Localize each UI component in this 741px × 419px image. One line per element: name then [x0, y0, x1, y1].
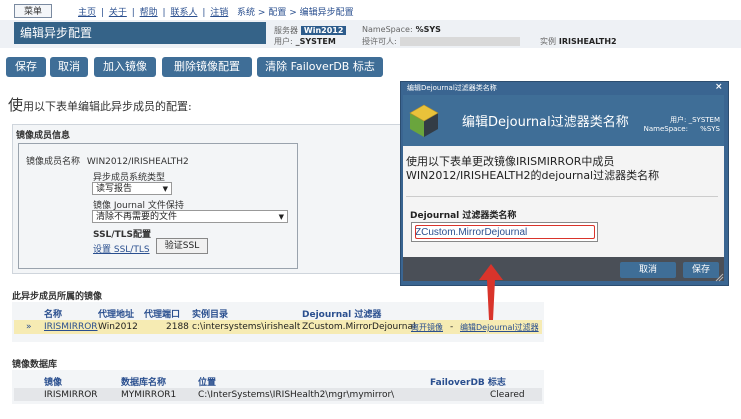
dialog-user-value: _SYSTEM — [688, 116, 720, 124]
column-header: 位置 — [198, 378, 217, 388]
journal-retention-value: 清除不再需要的文件 — [96, 212, 178, 222]
top-nav-links: 主页 | 关于 | 帮助 | 联系人 | 注销 — [78, 5, 230, 18]
db-location: C:\InterSystems\IRISHealth2\mgr\mymirror… — [198, 390, 395, 400]
dialog-heading: 编辑Dejournal过滤器类名称 — [462, 115, 629, 130]
breadcrumb-separator: > — [289, 8, 297, 18]
breadcrumb-current: 编辑异步配置 — [299, 8, 354, 18]
menu-button[interactable]: 菜单 — [14, 4, 52, 18]
intro-first-char: 使 — [8, 96, 24, 114]
nav-separator: | — [100, 8, 104, 18]
page-title: 编辑异步配置 — [14, 22, 266, 44]
dialog-user-info: 用户: _SYSTEM NameSpace: %SYS — [628, 116, 720, 134]
link-separator: - — [450, 322, 454, 332]
help-link[interactable]: 帮助 — [140, 8, 158, 18]
column-header: 代理端口 — [144, 310, 181, 320]
license-label: 授许可人: — [362, 37, 397, 46]
server-label: 服务器 — [274, 26, 298, 35]
breadcrumb: 系统 > 配置 > 编辑异步配置 — [237, 5, 354, 18]
namespace-info: NameSpace: %SYS — [362, 25, 441, 35]
ssl-config-label: SSL/TLS配置 — [93, 230, 151, 240]
user-info: 用户: _SYSTEM — [274, 36, 336, 47]
column-header: FailoverDB 标志 — [430, 378, 506, 388]
breadcrumb-separator: > — [257, 8, 266, 18]
system-type-select[interactable]: 读写报告 ▼ — [92, 182, 172, 195]
instance-label: 实例 — [540, 37, 556, 46]
dialog-user-label: 用户: — [670, 116, 687, 124]
system-type-value: 读写报告 — [96, 184, 133, 194]
dialog-namespace-label: NameSpace: — [643, 125, 688, 133]
dialog-titlebar-text: 编辑Dejournal过滤器类名称 — [407, 84, 497, 92]
journal-retention-select[interactable]: 清除不再需要的文件 ▼ — [92, 210, 288, 223]
intro-text: 使用以下表单编辑此异步成员的配置: — [8, 94, 192, 115]
license-redacted — [399, 37, 520, 46]
annotation-highlight-box — [415, 225, 595, 239]
iris-cube-logo-icon — [409, 104, 439, 137]
column-header: 名称 — [44, 310, 63, 320]
nav-separator: | — [202, 8, 206, 18]
member-info-title: 镜像成员信息 — [16, 131, 71, 141]
member-name-row: 镜像成员名称 WIN2012/IRISHEALTH2 — [26, 154, 189, 167]
member-name-value: WIN2012/IRISHEALTH2 — [86, 157, 189, 167]
agent-address: Win2012 — [98, 322, 138, 332]
verify-ssl-button[interactable]: 验证SSL — [156, 238, 208, 254]
server-info: 服务器 Win2012 — [274, 25, 347, 36]
namespace-value: %SYS — [415, 25, 441, 34]
filter-class-label: Dejournal 过滤器类名称 — [410, 211, 517, 221]
server-badge: Win2012 — [300, 26, 347, 35]
db-mirror-name: IRISMIRROR — [44, 390, 98, 400]
join-mirror-button[interactable]: 加入镜像 — [94, 57, 156, 77]
user-label: 用户: — [274, 37, 293, 46]
instance-directory: c:\intersystems\irishealth1\ — [192, 322, 300, 332]
agent-port: 2188 — [166, 322, 189, 332]
column-header: 数据库名称 — [121, 378, 167, 388]
column-header: 镜像 — [44, 378, 63, 388]
dialog-user-row: 用户: _SYSTEM — [628, 116, 720, 125]
mirror-name-link[interactable]: IRISMIRROR — [44, 322, 98, 332]
leave-mirror-link[interactable]: 离开镜像 — [411, 322, 443, 333]
mirrors-section-title: 此异步成员所属的镜像 — [12, 292, 103, 302]
row-selected-marker: » — [26, 322, 32, 332]
resize-grip-icon[interactable] — [714, 272, 724, 282]
dialog-cancel-button[interactable]: 取消 — [620, 262, 676, 278]
breadcrumb-system[interactable]: 系统 — [237, 8, 255, 18]
member-name-label: 镜像成员名称 — [26, 157, 81, 167]
chevron-down-icon: ▼ — [162, 185, 168, 193]
db-name: MYMIRROR1 — [121, 390, 177, 400]
nav-separator: | — [162, 8, 166, 18]
home-link[interactable]: 主页 — [78, 8, 96, 18]
user-value: _SYSTEM — [295, 37, 336, 46]
column-header: 实例目录 — [192, 310, 229, 320]
failoverdb-flag: Cleared — [490, 390, 525, 400]
save-button[interactable]: 保存 — [6, 57, 46, 77]
close-icon[interactable]: × — [715, 82, 723, 92]
chevron-down-icon: ▼ — [278, 213, 284, 221]
annotation-arrow-icon — [479, 264, 503, 320]
dialog-titlebar[interactable]: 编辑Dejournal过滤器类名称 — [401, 82, 726, 94]
instance-value: IRISHEALTH2 — [558, 37, 617, 46]
remove-mirror-config-button[interactable]: 删除镜像配置 — [162, 57, 252, 77]
instance-info: 实例 IRISHEALTH2 — [540, 36, 617, 47]
dialog-namespace-row: NameSpace: %SYS — [628, 125, 720, 134]
namespace-label: NameSpace: — [362, 25, 413, 34]
edit-dejournal-filter-link[interactable]: 编辑Dejournal过滤器 — [460, 322, 539, 333]
license-info: 授许可人: — [362, 36, 520, 47]
intro-rest: 用以下表单编辑此异步成员的配置: — [23, 100, 192, 113]
nav-separator: | — [131, 8, 135, 18]
dialog-namespace-value: %SYS — [700, 125, 720, 133]
dejournal-filter: ZCustom.MirrorDejournal — [302, 322, 416, 332]
cancel-button[interactable]: 取消 — [50, 57, 88, 77]
column-header: 代理地址 — [98, 310, 135, 320]
column-header: Dejournal 过滤器 — [302, 310, 382, 320]
configure-ssl-link[interactable]: 设置 SSL/TLS — [93, 242, 150, 255]
breadcrumb-config[interactable]: 配置 — [268, 8, 286, 18]
dialog-description: 使用以下表单更改镜像IRISMIRROR中成员WIN2012/IRISHEALT… — [406, 155, 660, 182]
clear-failoverdb-button[interactable]: 清除 FailoverDB 标志 — [257, 57, 383, 77]
contact-link[interactable]: 联系人 — [170, 8, 197, 18]
about-link[interactable]: 关于 — [109, 8, 127, 18]
mirror-databases-title: 镜像数据库 — [12, 360, 58, 370]
logout-link[interactable]: 注销 — [210, 8, 228, 18]
